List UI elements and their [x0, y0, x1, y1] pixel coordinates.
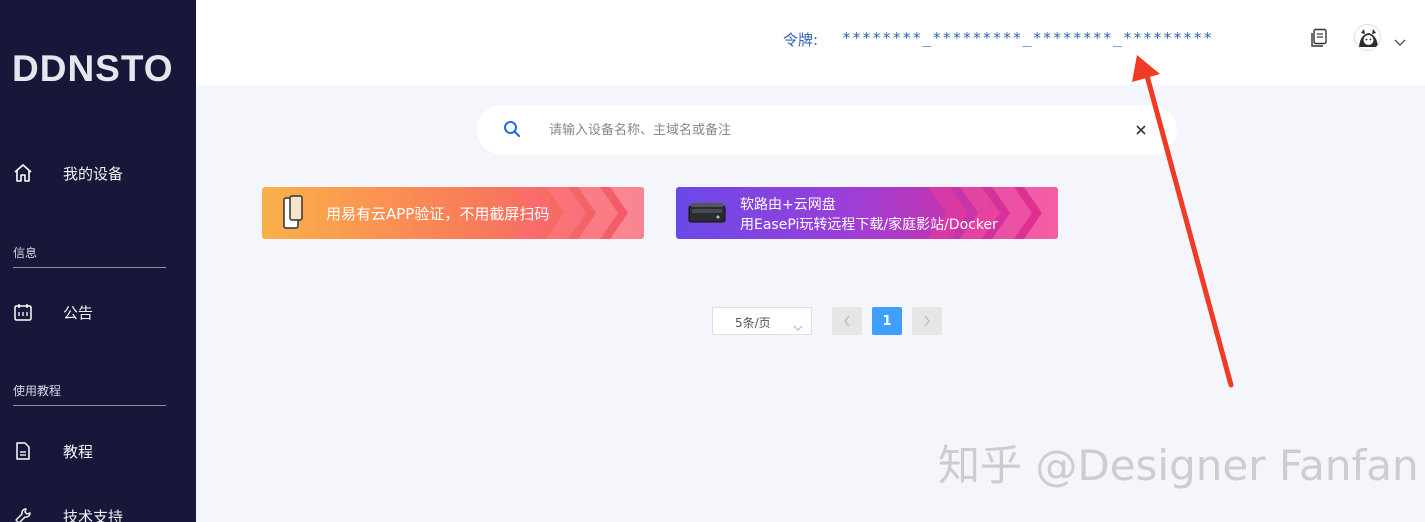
- chevron-down-icon: [793, 317, 803, 331]
- top-header: 令牌: ********_*********_********_********…: [196, 0, 1425, 85]
- chevron-left-icon: [843, 312, 851, 331]
- section-label-info: 信息: [13, 244, 166, 268]
- watermark: 知乎 @Designer Fanfan: [938, 441, 1419, 490]
- banner-text: 用易有云APP验证，不用截屏扫码: [326, 205, 550, 223]
- prev-page-button[interactable]: [832, 307, 862, 335]
- sidebar-item-label: 技术支持: [63, 507, 124, 522]
- sidebar-item-tutorial[interactable]: 教程: [0, 431, 196, 471]
- sidebar-item-label: 公告: [63, 303, 94, 322]
- phone-icon: [282, 195, 304, 235]
- page-number-button[interactable]: 1: [872, 307, 902, 335]
- avatar-icon[interactable]: [1354, 24, 1381, 51]
- calendar-icon: [12, 301, 34, 323]
- search-bar: [477, 105, 1177, 155]
- chevron-down-icon[interactable]: [1394, 32, 1406, 46]
- sidebar-item-announcements[interactable]: 公告: [0, 292, 196, 332]
- close-icon[interactable]: [1133, 122, 1149, 138]
- banner-easepi[interactable]: 软路由+云网盘 用EasePi玩转远程下载/家庭影站/Docker: [676, 187, 1058, 239]
- wrench-icon: [12, 505, 34, 522]
- document-icon: [12, 440, 34, 462]
- home-icon: [12, 162, 34, 184]
- sidebar-item-label: 我的设备: [63, 164, 124, 183]
- section-label-tutorials: 使用教程: [13, 382, 166, 406]
- sidebar-item-label: 教程: [63, 442, 94, 461]
- banner-app-verify[interactable]: 用易有云APP验证，不用截屏扫码: [262, 187, 644, 239]
- search-input[interactable]: [549, 117, 1109, 143]
- banner-subtitle: 用EasePi玩转远程下载/家庭影站/Docker: [740, 217, 998, 233]
- sidebar: DDNSTO 我的设备 信息 公告 使用教程 教程 技术支持: [0, 0, 196, 522]
- app-logo: DDNSTO: [12, 48, 174, 89]
- search-icon: [503, 120, 521, 138]
- banner-title: 软路由+云网盘: [740, 197, 836, 213]
- router-icon: [688, 201, 726, 229]
- chevron-right-icon: [923, 312, 931, 331]
- token-label: 令牌:: [783, 31, 819, 49]
- page-size-select[interactable]: 5条/页: [712, 307, 812, 335]
- next-page-button[interactable]: [912, 307, 942, 335]
- page-size-value: 5条/页: [735, 316, 771, 330]
- sidebar-item-my-devices[interactable]: 我的设备: [0, 153, 196, 193]
- copy-icon[interactable]: [1310, 28, 1328, 48]
- token-value[interactable]: ********_*********_********_*********: [842, 29, 1213, 47]
- sidebar-item-tech-support[interactable]: 技术支持: [0, 496, 196, 522]
